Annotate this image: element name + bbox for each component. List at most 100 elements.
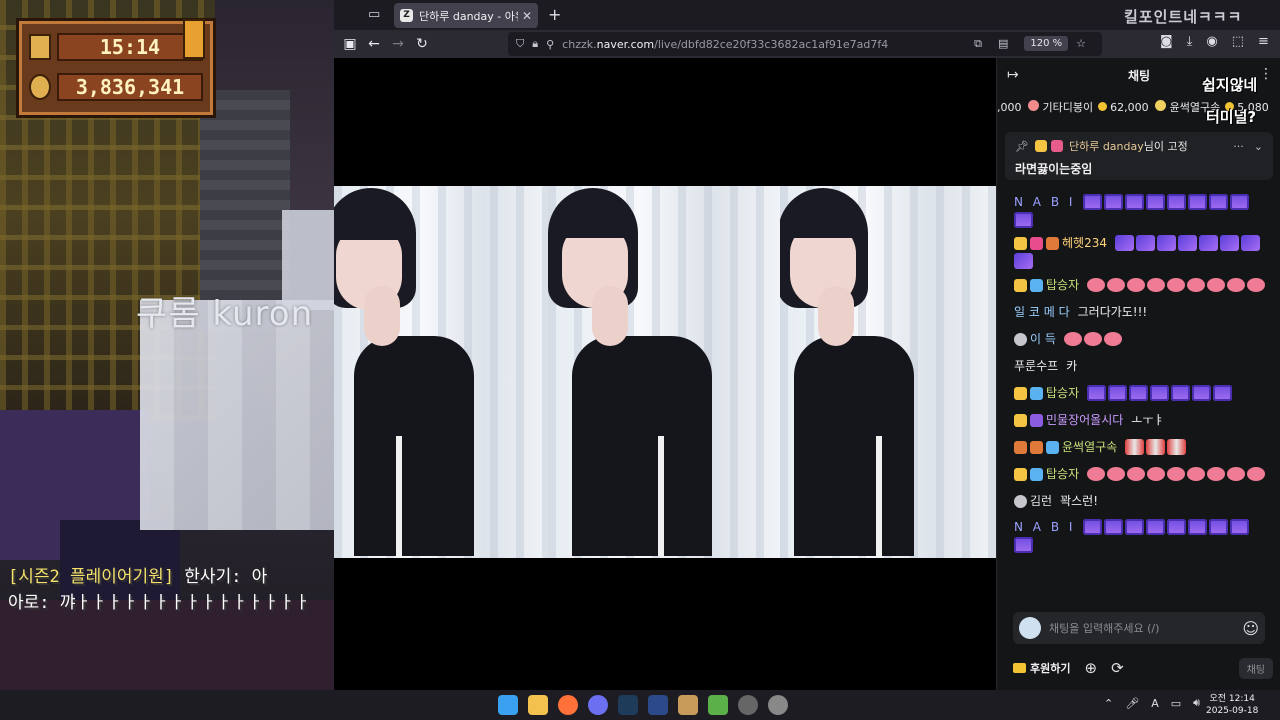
sidebar-toggle-icon[interactable]: ▣ [338, 36, 362, 52]
taskbar-clock[interactable]: 오전 12:14 2025-09-18 [1206, 693, 1258, 717]
pinned-more-icon[interactable]: ··· [1233, 140, 1244, 153]
donor-item[interactable]: 기타디봉이 62,000 [1027, 99, 1149, 115]
emote-icon [1107, 278, 1126, 292]
minecraft-icon[interactable] [708, 695, 728, 715]
download-icon[interactable]: ⤓ [1187, 34, 1193, 49]
chat-message[interactable]: 이 득 [1014, 328, 1271, 350]
emote-icon [1147, 278, 1166, 292]
microphone-icon[interactable]: 🎤︎ [1125, 697, 1139, 710]
emote-icon [1247, 278, 1266, 292]
picture-in-picture-icon[interactable]: ⧉ [974, 37, 982, 51]
chat-author[interactable]: 일 코 메 다 [1014, 302, 1070, 322]
hourglass-icon [29, 34, 51, 60]
tab-list-icon[interactable]: ▭ [368, 7, 380, 22]
file-explorer-icon[interactable] [528, 695, 548, 715]
chat-message[interactable]: 윤썩열구속 [1014, 436, 1271, 458]
chat-input[interactable] [1049, 621, 1243, 635]
reload-button[interactable]: ↻ [410, 36, 434, 52]
new-tab-button[interactable]: + [548, 5, 561, 24]
emote-icon [1014, 253, 1033, 269]
player-nametag: 쿠롬 kuron [136, 294, 314, 334]
donate-button[interactable]: 후원하기 [1013, 660, 1070, 676]
chevron-up-icon[interactable]: ⌃ [1104, 697, 1113, 710]
chat-author[interactable]: N A B I [1014, 517, 1075, 537]
emote-icon [1104, 194, 1124, 210]
chat-message[interactable]: N A B I [1014, 517, 1271, 553]
network-icon[interactable]: ▭ [1171, 697, 1181, 710]
steam-icon[interactable] [618, 695, 638, 715]
tab-active[interactable]: Z 단하루 danday - 아유회 [5 ✕ [394, 3, 538, 28]
folder-app-icon[interactable] [678, 695, 698, 715]
volume-icon[interactable]: 🔊︎ [1193, 696, 1200, 710]
hud-time: 15:14 [57, 33, 203, 61]
chat-message[interactable]: 일 코 메 다 그러다가도!!! [1014, 301, 1271, 323]
chat-author[interactable]: 김런 [1030, 491, 1052, 511]
discord-icon[interactable] [588, 695, 608, 715]
chat-author[interactable]: 민물장어올시다 [1046, 410, 1123, 430]
zoom-level[interactable]: 120 % [1024, 36, 1069, 51]
emoji-icon[interactable]: ☺ [1242, 619, 1259, 638]
emote-icon [1167, 467, 1186, 481]
more-options-icon[interactable]: ⋮ [1259, 66, 1273, 82]
chat-author[interactable]: 윤썩열구속 [1062, 437, 1117, 457]
settings-gear-icon[interactable] [768, 695, 788, 715]
account-icon[interactable]: ◉ [1206, 34, 1217, 49]
emote-icon [1171, 385, 1191, 401]
ime-indicator[interactable]: A [1151, 697, 1159, 710]
pinned-message[interactable]: 📌︎ 단하루 danday 님이 고정 ··· ⌄ 라면끓이는중임 [1005, 132, 1273, 180]
cheese-coin-icon [1098, 102, 1108, 111]
chat-author[interactable]: 탑승자 [1046, 383, 1079, 403]
emote-icon [1087, 467, 1106, 481]
chat-author[interactable]: 이 득 [1030, 329, 1056, 349]
emote-icon [1147, 467, 1166, 481]
url-bar[interactable]: ⛉ 🔒︎ ⚲ chzzk.naver.com/live/dbfd82ce20f3… [508, 32, 1102, 56]
emote-icon [1230, 519, 1250, 535]
bird-badge-icon [1030, 440, 1043, 454]
chat-author[interactable]: 탑승자 [1046, 275, 1079, 295]
chat-author[interactable]: 탑승자 [1046, 464, 1079, 484]
emote-icon [1209, 519, 1229, 535]
start-icon[interactable] [498, 695, 518, 715]
chevron-down-icon[interactable]: ⌄ [1254, 140, 1263, 153]
url-text[interactable]: chzzk.naver.com/live/dbfd82ce20f33c3682a… [562, 38, 888, 51]
extensions-icon[interactable]: ⬚ [1232, 34, 1244, 49]
back-button[interactable]: ← [362, 36, 386, 52]
mission-icon[interactable]: ⊕ [1084, 659, 1097, 677]
crown-badge-icon [1014, 278, 1027, 292]
rocket-badge-icon [1030, 386, 1043, 400]
chat-message[interactable]: 탑승자 [1014, 463, 1271, 485]
video-player[interactable] [334, 58, 996, 690]
forward-button[interactable]: → [386, 36, 410, 52]
chat-message[interactable]: 헤헷234 [1014, 233, 1271, 269]
collapse-chat-icon[interactable]: ↦ [1007, 67, 1019, 83]
chat-message[interactable]: 민물장어올시다 ㅗㅜㅑ [1014, 409, 1271, 431]
firefox-icon[interactable] [558, 695, 578, 715]
reader-view-icon[interactable]: ▤ [998, 37, 1008, 50]
chat-message[interactable]: N A B I [1014, 192, 1271, 228]
chat-author[interactable]: 헤헷234 [1062, 233, 1107, 253]
bg-app-icon[interactable] [648, 695, 668, 715]
rocket-badge-icon [1030, 278, 1043, 292]
close-tab-icon[interactable]: ✕ [522, 9, 532, 23]
obs-icon[interactable] [738, 695, 758, 715]
screenshot-icon[interactable]: ◙ [1160, 34, 1173, 49]
heart-badge-icon [1030, 236, 1043, 250]
donor-item[interactable]: ,000 [997, 101, 1022, 114]
emote-icon [1083, 519, 1103, 535]
chat-message[interactable]: 푸룬수프 카 [1014, 355, 1271, 377]
chat-input-box[interactable]: ☺ [1013, 612, 1265, 644]
chat-message[interactable]: 탑승자 [1014, 274, 1271, 296]
chat-message[interactable]: 탑승자 [1014, 382, 1271, 404]
chat-author[interactable]: N A B I [1014, 192, 1075, 212]
emote-shop-icon[interactable]: ⟳ [1111, 659, 1124, 677]
send-chat-button[interactable]: 채팅 [1238, 657, 1273, 679]
gift-badge-icon [1050, 140, 1063, 152]
chat-message-list[interactable]: N A B I 헤헷234 탑승자 일 코 메 다 그러다가도!!! 이 득 푸룬수프 카 탑승… [997, 192, 1280, 604]
chat-author[interactable]: 푸룬수프 [1014, 356, 1058, 376]
chat-message[interactable]: 김런 꽉스런! [1014, 490, 1271, 512]
permissions-icon[interactable]: ⚲ [546, 38, 554, 51]
shield-icon[interactable]: ⛉ [516, 37, 524, 51]
menu-icon[interactable]: ≡ [1258, 34, 1269, 49]
bookmark-star-icon[interactable]: ☆ [1076, 37, 1086, 50]
lock-icon[interactable]: 🔒︎ [532, 37, 538, 51]
